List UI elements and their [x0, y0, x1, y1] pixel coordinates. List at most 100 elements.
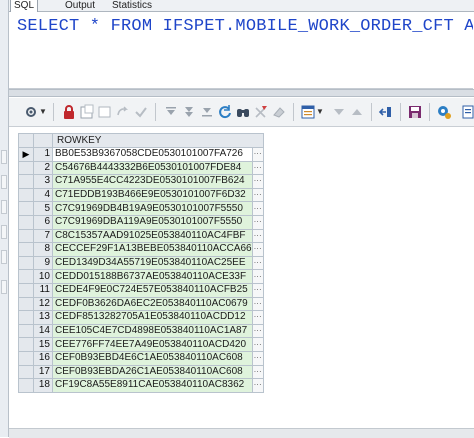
rowkey-cell[interactable]: CEE776FF74EE7A49E053840110ACD420	[52, 337, 253, 352]
tab-statistics[interactable]: Statistics	[109, 0, 159, 11]
table-row[interactable]: 7 C8C15357AAD91025E053840110AC4FBF ···	[18, 228, 264, 244]
cell-ellipsis-button[interactable]: ···	[251, 160, 264, 176]
row-selector[interactable]	[18, 337, 34, 352]
sql-editor[interactable]: SELECT * FROM IFSPET.MOBILE_WORK_ORDER_C…	[9, 12, 473, 89]
rowkey-cell[interactable]: C71A955E4CC4223DE0530101007FB624	[52, 174, 253, 189]
current-row-indicator[interactable]: ▶	[18, 147, 34, 162]
rowkey-cell[interactable]: CEF0B93EBD4E6C1AE053840110AC608	[52, 350, 253, 366]
cell-ellipsis-button[interactable]: ···	[251, 282, 264, 298]
cell-ellipsis-button[interactable]: ···	[251, 296, 264, 312]
cell-ellipsis-button[interactable]: ···	[251, 201, 264, 216]
row-selector[interactable]	[18, 228, 34, 244]
table-row[interactable]: 11 CEDE4F9E0C724E57E053840110ACFB25 ···	[18, 282, 264, 298]
tab-output[interactable]: Output	[62, 0, 108, 11]
rowkey-cell[interactable]: CECCEF29F1A13BEBE053840110ACCA66	[52, 242, 253, 257]
save-icon[interactable]	[407, 104, 423, 120]
rowkey-cell[interactable]: CEE105C4E7CD4898E053840110AC1A87	[52, 323, 253, 339]
cell-ellipsis-button[interactable]: ···	[251, 350, 264, 366]
rowkey-cell[interactable]: CEF0B93EBDA26C1AE053840110AC608	[52, 364, 253, 380]
rowkey-cell[interactable]: CED1349D34A55719E053840110AC25EE	[52, 255, 253, 271]
cell-ellipsis-button[interactable]: ···	[251, 187, 264, 203]
table-row[interactable]: 6 C7C91969DBA119A9E0530101007F5550 ···	[18, 214, 264, 230]
more-icon[interactable]	[461, 104, 474, 120]
row-selector[interactable]	[18, 282, 34, 298]
cell-ellipsis-button[interactable]: ···	[251, 269, 264, 284]
row-selector[interactable]	[18, 187, 34, 203]
next-page-icon[interactable]	[181, 104, 197, 120]
rowkey-cell[interactable]: CEDD015188B6737AE053840110ACE33F	[52, 269, 253, 284]
rowkey-cell[interactable]: CEDF0B3626DA6EC2E053840110AC0679	[52, 296, 253, 312]
rowkey-cell[interactable]: C7C91969DB4B19A9E0530101007F5550	[52, 201, 253, 216]
clear-eraser-icon[interactable]	[271, 104, 287, 120]
query-settings-icon[interactable]	[436, 104, 452, 120]
rowkey-cell[interactable]: C54676B4443332B6E0530101007FDE84	[52, 160, 253, 176]
table-row[interactable]: 13 CEDF8513282705A1E053840110ACDD12 ···	[18, 310, 264, 325]
single-record-view-icon[interactable]	[300, 104, 316, 120]
rowkey-cell[interactable]: CF19C8A55E8911CAE053840110AC8362	[52, 378, 253, 393]
row-selector[interactable]	[18, 350, 34, 366]
table-row[interactable]: 14 CEE105C4E7CD4898E053840110AC1A87 ···	[18, 323, 264, 339]
tab-sql[interactable]: SQL	[10, 0, 38, 12]
cell-ellipsis-button[interactable]: ···	[251, 242, 264, 257]
row-selector[interactable]	[18, 364, 34, 380]
row-selector[interactable]	[18, 296, 34, 312]
first-record-icon[interactable]	[163, 104, 179, 120]
cell-ellipsis-button[interactable]: ···	[251, 147, 264, 162]
post-changes-icon[interactable]	[133, 104, 149, 120]
cell-ellipsis-button[interactable]: ···	[251, 378, 264, 393]
last-record-icon[interactable]	[199, 104, 215, 120]
table-row[interactable]: 18 CF19C8A55E8911CAE053840110AC8362 ···	[18, 378, 264, 393]
refresh-icon[interactable]	[217, 104, 233, 120]
table-row[interactable]: 2 C54676B4443332B6E0530101007FDE84 ···	[18, 160, 264, 176]
table-row[interactable]: 4 C71EDDB193B466E9E0530101007F6D32 ···	[18, 187, 264, 203]
rowkey-cell[interactable]: C8C15357AAD91025E053840110AC4FBF	[52, 228, 253, 244]
cell-ellipsis-button[interactable]: ···	[251, 323, 264, 339]
row-selector[interactable]	[18, 160, 34, 176]
cell-ellipsis-button[interactable]: ···	[251, 228, 264, 244]
rowkey-cell[interactable]: C71EDDB193B466E9E0530101007F6D32	[52, 187, 253, 203]
chevron-down-icon[interactable]: ▼	[315, 104, 325, 120]
cell-ellipsis-button[interactable]: ···	[251, 174, 264, 189]
column-header-rowkey[interactable]: ROWKEY	[52, 133, 264, 148]
table-row[interactable]: 17 CEF0B93EBDA26C1AE053840110AC608 ···	[18, 364, 264, 380]
find-icon[interactable]	[235, 104, 251, 120]
lock-icon[interactable]	[61, 104, 77, 120]
table-row[interactable]: 12 CEDF0B3626DA6EC2E053840110AC0679 ···	[18, 296, 264, 312]
cell-ellipsis-button[interactable]: ···	[251, 214, 264, 230]
new-record-icon[interactable]	[79, 104, 95, 120]
rowkey-cell[interactable]: C7C91969DBA119A9E0530101007F5550	[52, 214, 253, 230]
rowkey-cell[interactable]: BB0E53B9367058CDE0530101007FA726	[52, 147, 253, 162]
table-row[interactable]: 8 CECCEF29F1A13BEBE053840110ACCA66 ···	[18, 242, 264, 257]
table-row[interactable]: 10 CEDD015188B6737AE053840110ACE33F ···	[18, 269, 264, 284]
table-row[interactable]: 15 CEE776FF74EE7A49E053840110ACD420 ···	[18, 337, 264, 352]
table-row[interactable]: ▶ 1 BB0E53B9367058CDE0530101007FA726 ···	[18, 147, 264, 162]
row-selector[interactable]	[18, 242, 34, 257]
pane-splitter[interactable]	[9, 89, 474, 97]
grid-options-icon[interactable]	[23, 104, 39, 120]
table-row[interactable]: 9 CED1349D34A55719E053840110AC25EE ···	[18, 255, 264, 271]
cell-ellipsis-button[interactable]: ···	[251, 337, 264, 352]
table-row[interactable]: 16 CEF0B93EBD4E6C1AE053840110AC608 ···	[18, 350, 264, 366]
cell-ellipsis-button[interactable]: ···	[251, 255, 264, 271]
rowkey-cell[interactable]: CEDF8513282705A1E053840110ACDD12	[52, 310, 253, 325]
cell-ellipsis-button[interactable]: ···	[251, 310, 264, 325]
row-selector[interactable]	[18, 323, 34, 339]
chevron-down-icon[interactable]: ▼	[38, 104, 48, 120]
cancel-icon[interactable]	[115, 104, 131, 120]
clear-icon[interactable]	[253, 104, 269, 120]
cell-ellipsis-button[interactable]: ···	[251, 364, 264, 380]
row-selector[interactable]	[18, 174, 34, 189]
row-selector[interactable]	[18, 255, 34, 271]
sort-asc-icon[interactable]	[349, 104, 365, 120]
export-icon[interactable]	[378, 104, 394, 120]
row-selector[interactable]	[18, 310, 34, 325]
delete-record-icon[interactable]	[97, 104, 113, 120]
rowkey-cell[interactable]: CEDE4F9E0C724E57E053840110ACFB25	[52, 282, 253, 298]
row-selector[interactable]	[18, 378, 34, 393]
row-selector[interactable]	[18, 269, 34, 284]
row-selector[interactable]	[18, 201, 34, 216]
table-row[interactable]: 5 C7C91969DB4B19A9E0530101007F5550 ···	[18, 201, 264, 216]
sort-desc-icon[interactable]	[331, 104, 347, 120]
row-selector[interactable]	[18, 214, 34, 230]
sql-text[interactable]: SELECT * FROM IFSPET.MOBILE_WORK_ORDER_C…	[17, 17, 473, 36]
